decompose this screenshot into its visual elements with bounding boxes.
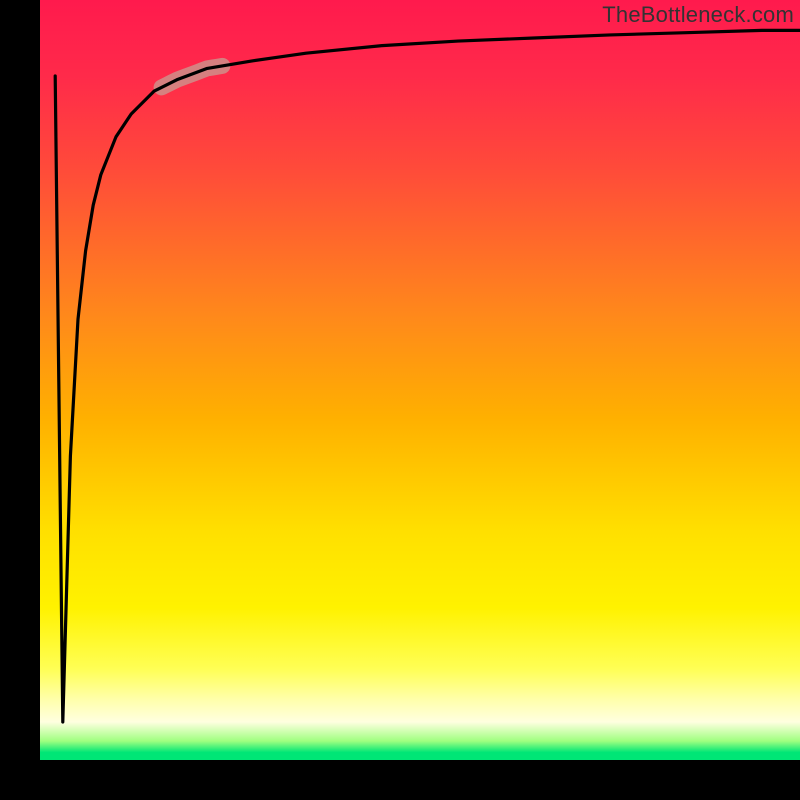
plot-area: TheBottleneck.com	[40, 0, 800, 760]
chart-frame: TheBottleneck.com	[0, 0, 800, 800]
chart-svg	[40, 0, 800, 760]
curve-main	[55, 30, 800, 722]
